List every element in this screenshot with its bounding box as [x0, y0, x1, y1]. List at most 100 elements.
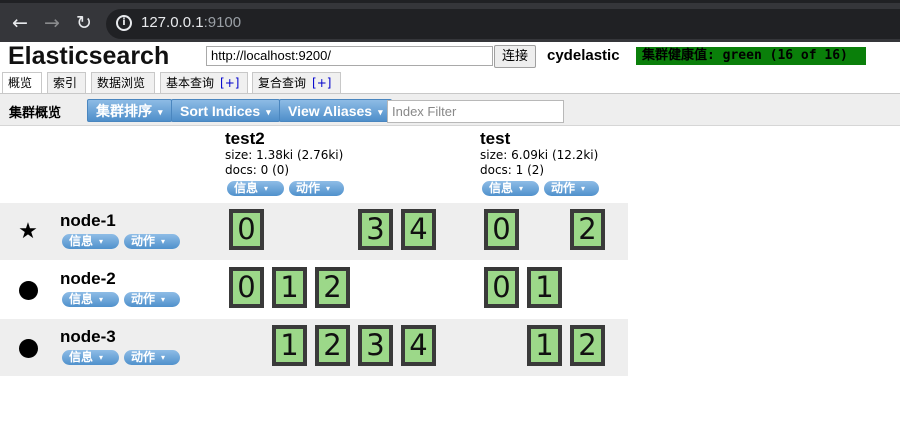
node-name: node-3 [60, 327, 116, 346]
node-row-node-2: node-2 信息 ▾ 动作 ▾ 0 1 2 0 1 [0, 261, 628, 318]
button-label: 信息 [69, 292, 94, 306]
node-action-button[interactable]: 动作 ▾ [124, 350, 180, 365]
button-label: 动作 [296, 181, 321, 195]
overview-title: 集群概览 [9, 106, 62, 121]
shard-test2-4[interactable]: 4 [401, 209, 436, 250]
sort-cluster-button[interactable]: 集群排序 ▾ [87, 99, 172, 122]
shard-test2-2[interactable]: 2 [315, 325, 350, 366]
caret-down-icon: ▾ [264, 184, 269, 193]
node-dot-icon [19, 339, 38, 358]
button-label: 信息 [234, 181, 259, 195]
shard-test-0[interactable]: 0 [484, 209, 519, 250]
tab-basic-query[interactable]: 基本查询 [+] [160, 72, 248, 93]
index-name: test [480, 129, 511, 148]
shard-test2-4[interactable]: 4 [401, 325, 436, 366]
index-docs: docs: 0 (0) [225, 163, 290, 177]
site-info-icon[interactable]: i [116, 15, 132, 31]
shard-test2-1[interactable]: 1 [272, 325, 307, 366]
caret-down-icon: ▾ [581, 184, 586, 193]
caret-down-icon: ▾ [161, 353, 166, 362]
node-action-button[interactable]: 动作 ▾ [124, 292, 180, 307]
button-label: 动作 [131, 350, 156, 364]
connect-button[interactable]: 连接 [494, 45, 536, 68]
shard-test-2[interactable]: 2 [570, 209, 605, 250]
tab-label: 复合查询 [258, 76, 307, 90]
caret-down-icon: ▾ [99, 353, 104, 362]
caret-down-icon: ▾ [161, 295, 166, 304]
node-dot-icon [19, 281, 38, 300]
node-name: node-1 [60, 211, 116, 230]
address-url: 127.0.0.1:9100 [141, 14, 241, 31]
shard-test2-0[interactable]: 0 [229, 267, 264, 308]
url-port: :9100 [203, 14, 242, 31]
caret-down-icon: ▾ [99, 237, 104, 246]
app-title: Elasticsearch [8, 42, 170, 70]
add-query-icon[interactable]: [+] [220, 76, 239, 90]
tab-label: 数据浏览 [97, 76, 146, 90]
index-info-button[interactable]: 信息 ▾ [227, 181, 284, 196]
shard-test-1[interactable]: 1 [527, 267, 562, 308]
index-action-button[interactable]: 动作 ▾ [289, 181, 344, 196]
view-aliases-button[interactable]: View Aliases ▾ [279, 99, 392, 122]
button-label: 信息 [69, 234, 94, 248]
add-query-icon[interactable]: [+] [312, 76, 331, 90]
forward-icon[interactable]: → [40, 11, 64, 35]
address-bar[interactable]: i 127.0.0.1:9100 [106, 9, 900, 39]
shard-test2-3[interactable]: 3 [358, 325, 393, 366]
node-info-button[interactable]: 信息 ▾ [62, 234, 119, 249]
caret-down-icon: ▾ [326, 184, 331, 193]
index-size: size: 1.38ki (2.76ki) [225, 148, 344, 162]
tab-label: 概览 [8, 76, 33, 90]
button-label: 集群排序 [96, 103, 152, 119]
index-action-button[interactable]: 动作 ▾ [544, 181, 599, 196]
browser-toolbar: ← → ↻ i 127.0.0.1:9100 [0, 0, 900, 42]
back-icon[interactable]: ← [8, 11, 32, 35]
tab-indices[interactable]: 索引 [47, 72, 86, 93]
tab-compound-query[interactable]: 复合查询 [+] [252, 72, 341, 93]
connection-url-input[interactable]: http://localhost:9200/ [206, 46, 493, 66]
shard-test2-3[interactable]: 3 [358, 209, 393, 250]
index-header-test: test size: 6.09ki (12.2ki) docs: 1 (2) 信… [480, 129, 599, 196]
tab-label: 索引 [53, 76, 78, 90]
button-label: 动作 [551, 181, 576, 195]
button-label: 动作 [131, 292, 156, 306]
caret-down-icon: ▾ [158, 107, 163, 117]
cluster-health-badge: 集群健康值: green (16 of 16) [636, 47, 866, 65]
reload-icon[interactable]: ↻ [72, 11, 96, 35]
index-header-test2: test2 size: 1.38ki (2.76ki) docs: 0 (0) … [225, 129, 344, 196]
button-label: View Aliases [288, 103, 373, 119]
shard-test2-1[interactable]: 1 [272, 267, 307, 308]
index-name: test2 [225, 129, 265, 148]
node-name: node-2 [60, 269, 116, 288]
button-label: 信息 [489, 181, 514, 195]
node-row-node-1: ★ node-1 信息 ▾ 动作 ▾ 0 3 4 0 2 [0, 203, 628, 260]
caret-down-icon: ▾ [378, 107, 383, 117]
node-info-button[interactable]: 信息 ▾ [62, 292, 119, 307]
button-label: 动作 [131, 234, 156, 248]
shard-test2-2[interactable]: 2 [315, 267, 350, 308]
tab-browser[interactable]: 数据浏览 [91, 72, 155, 93]
node-row-node-3: node-3 信息 ▾ 动作 ▾ 1 2 3 4 1 2 [0, 319, 628, 376]
shard-test-0[interactable]: 0 [484, 267, 519, 308]
shard-test2-0[interactable]: 0 [229, 209, 264, 250]
button-label: Sort Indices [180, 103, 261, 119]
node-action-button[interactable]: 动作 ▾ [124, 234, 180, 249]
shard-test-2[interactable]: 2 [570, 325, 605, 366]
tab-overview[interactable]: 概览 [2, 72, 42, 94]
node-info-button[interactable]: 信息 ▾ [62, 350, 119, 365]
index-filter-input[interactable]: Index Filter [387, 100, 564, 123]
tab-label: 基本查询 [166, 76, 215, 90]
caret-down-icon: ▾ [519, 184, 524, 193]
shard-test-1[interactable]: 1 [527, 325, 562, 366]
sort-indices-button[interactable]: Sort Indices ▾ [171, 99, 280, 122]
url-host: 127.0.0.1 [141, 14, 204, 31]
master-star-icon: ★ [18, 219, 38, 244]
index-info-button[interactable]: 信息 ▾ [482, 181, 539, 196]
caret-down-icon: ▾ [99, 295, 104, 304]
button-label: 信息 [69, 350, 94, 364]
index-size: size: 6.09ki (12.2ki) [480, 148, 599, 162]
cluster-name: cydelastic [547, 47, 620, 64]
overview-toolbar: 集群概览 集群排序 ▾ Sort Indices ▾ View Aliases ▾ I… [0, 94, 900, 126]
caret-down-icon: ▾ [161, 237, 166, 246]
index-docs: docs: 1 (2) [480, 163, 545, 177]
